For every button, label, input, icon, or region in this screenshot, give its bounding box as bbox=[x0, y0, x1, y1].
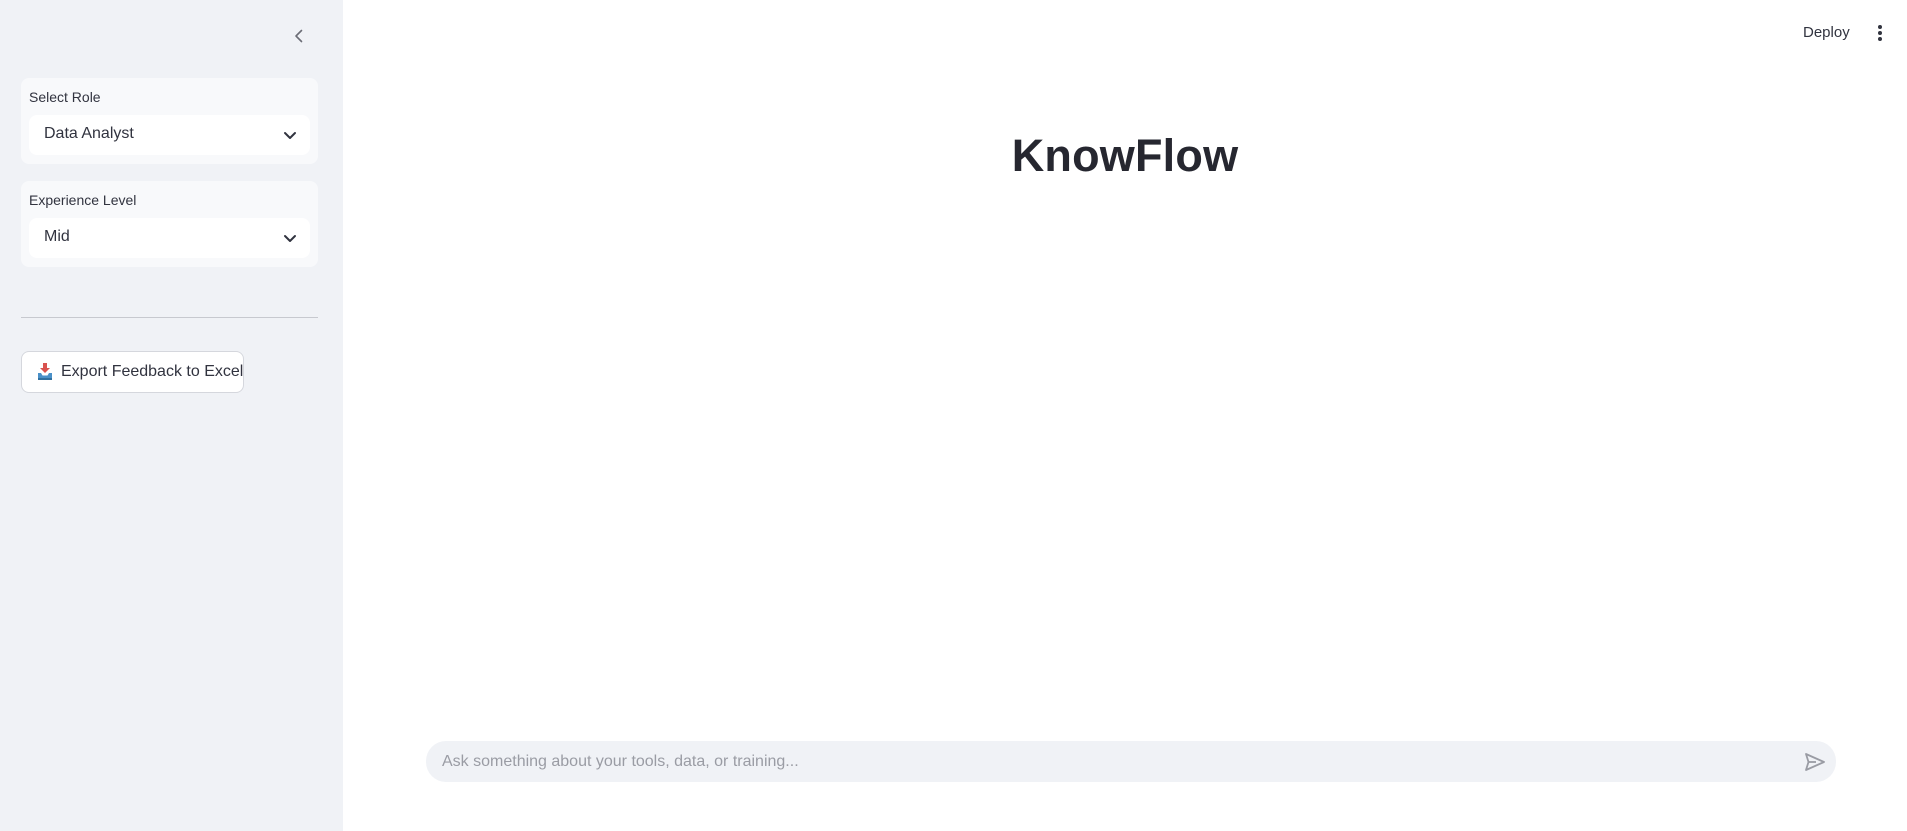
experience-select[interactable]: Mid bbox=[29, 218, 310, 258]
main-content: Deploy KnowFlow bbox=[343, 0, 1907, 831]
export-feedback-button[interactable]: Export Feedback to Excel bbox=[21, 351, 244, 393]
kebab-dot bbox=[1878, 37, 1882, 41]
experience-select-widget: Experience Level Mid bbox=[21, 181, 318, 267]
role-select-value: Data Analyst bbox=[44, 125, 134, 142]
deploy-button[interactable]: Deploy bbox=[1803, 24, 1850, 41]
collapse-sidebar-button[interactable] bbox=[288, 24, 310, 48]
export-feedback-label: Export Feedback to Excel bbox=[61, 363, 244, 380]
send-icon bbox=[1805, 753, 1825, 771]
inbox-tray-icon bbox=[38, 363, 52, 380]
kebab-dot bbox=[1878, 31, 1882, 35]
page-title: KnowFlow bbox=[1011, 130, 1239, 181]
chat-input-bar bbox=[426, 741, 1836, 782]
sidebar: Select Role Data Analyst Experience Leve… bbox=[0, 0, 343, 831]
role-select[interactable]: Data Analyst bbox=[29, 115, 310, 155]
kebab-dot bbox=[1878, 25, 1882, 29]
role-select-label: Select Role bbox=[29, 89, 101, 105]
experience-select-value: Mid bbox=[44, 228, 70, 245]
kebab-menu-icon[interactable] bbox=[1873, 22, 1887, 44]
sidebar-divider bbox=[21, 317, 318, 318]
chat-input[interactable] bbox=[442, 741, 1782, 782]
app-window: Select Role Data Analyst Experience Leve… bbox=[0, 0, 1907, 831]
role-select-widget: Select Role Data Analyst bbox=[21, 78, 318, 164]
send-button[interactable] bbox=[1804, 751, 1826, 773]
chevron-down-icon bbox=[284, 235, 296, 242]
chevron-down-icon bbox=[284, 132, 296, 139]
chevron-left-icon bbox=[295, 29, 303, 43]
experience-select-label: Experience Level bbox=[29, 192, 137, 208]
